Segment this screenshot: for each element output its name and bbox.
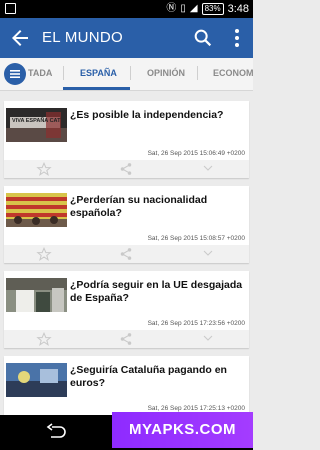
tab-portada[interactable]: TADA	[28, 68, 52, 78]
nav-back-icon[interactable]	[46, 423, 66, 441]
article-thumbnail: VIVA ESPAÑA CAT	[6, 108, 67, 142]
article-card[interactable]: ¿Perderían su nacionalidad española? Sat…	[4, 186, 249, 263]
star-icon[interactable]	[36, 162, 52, 177]
star-icon[interactable]	[36, 247, 52, 262]
search-icon[interactable]	[192, 27, 214, 49]
article-actions	[4, 160, 249, 178]
article-actions	[4, 245, 249, 263]
share-icon[interactable]	[119, 332, 133, 346]
nfc-icon: Ⓝ	[166, 3, 177, 14]
article-headline[interactable]: ¿Seguiría Cataluña pagando en euros?	[70, 364, 248, 390]
article-card[interactable]: VIVA ESPAÑA CAT ¿Es posible la independe…	[4, 101, 249, 178]
watermark-banner: MYAPKS.COM	[112, 412, 253, 448]
overflow-menu-icon[interactable]	[229, 27, 245, 49]
chevron-down-icon[interactable]	[201, 247, 215, 259]
article-actions	[4, 330, 249, 348]
vibrate-icon: ▯	[180, 3, 186, 14]
article-card[interactable]: ¿Podría seguir en la UE desgajada de Esp…	[4, 271, 249, 348]
thumbnail-caption: VIVA ESPAÑA CAT	[12, 118, 61, 124]
app-title: EL MUNDO	[42, 29, 124, 46]
article-thumbnail	[6, 193, 67, 227]
drawer-menu-icon[interactable]	[4, 63, 26, 85]
article-headline[interactable]: ¿Es posible la independencia?	[70, 109, 248, 122]
signal-icon: ◢	[189, 3, 198, 14]
share-icon[interactable]	[119, 162, 133, 176]
notification-image-icon	[5, 3, 16, 14]
active-tab-indicator	[63, 87, 130, 90]
back-arrow-icon[interactable]	[8, 26, 32, 50]
chevron-down-icon[interactable]	[201, 162, 215, 174]
article-headline[interactable]: ¿Perderían su nacionalidad española?	[70, 194, 248, 220]
battery-indicator: 83%	[201, 3, 224, 15]
article-thumbnail	[6, 363, 67, 397]
star-icon[interactable]	[36, 332, 52, 347]
section-tabs: TADA ESPAÑA OPINIÓN ECONOMÍA	[0, 58, 253, 91]
chevron-down-icon[interactable]	[201, 332, 215, 344]
status-time: 3:48	[227, 3, 249, 15]
article-date: Sat, 26 Sep 2015 17:23:56 +0200	[147, 320, 245, 327]
article-date: Sat, 26 Sep 2015 17:25:13 +0200	[147, 405, 245, 412]
tab-economia[interactable]: ECONOMÍA	[213, 68, 253, 78]
app-bar: EL MUNDO	[0, 18, 253, 58]
article-date: Sat, 26 Sep 2015 15:08:57 +0200	[147, 235, 245, 242]
tab-opinion[interactable]: OPINIÓN	[147, 68, 185, 78]
share-icon[interactable]	[119, 247, 133, 261]
tab-espana[interactable]: ESPAÑA	[80, 68, 117, 78]
article-thumbnail	[6, 278, 67, 312]
status-bar: Ⓝ ▯ ◢ 83% 3:48	[0, 0, 253, 18]
article-date: Sat, 26 Sep 2015 15:06:49 +0200	[147, 150, 245, 157]
article-headline[interactable]: ¿Podría seguir en la UE desgajada de Esp…	[70, 279, 248, 305]
